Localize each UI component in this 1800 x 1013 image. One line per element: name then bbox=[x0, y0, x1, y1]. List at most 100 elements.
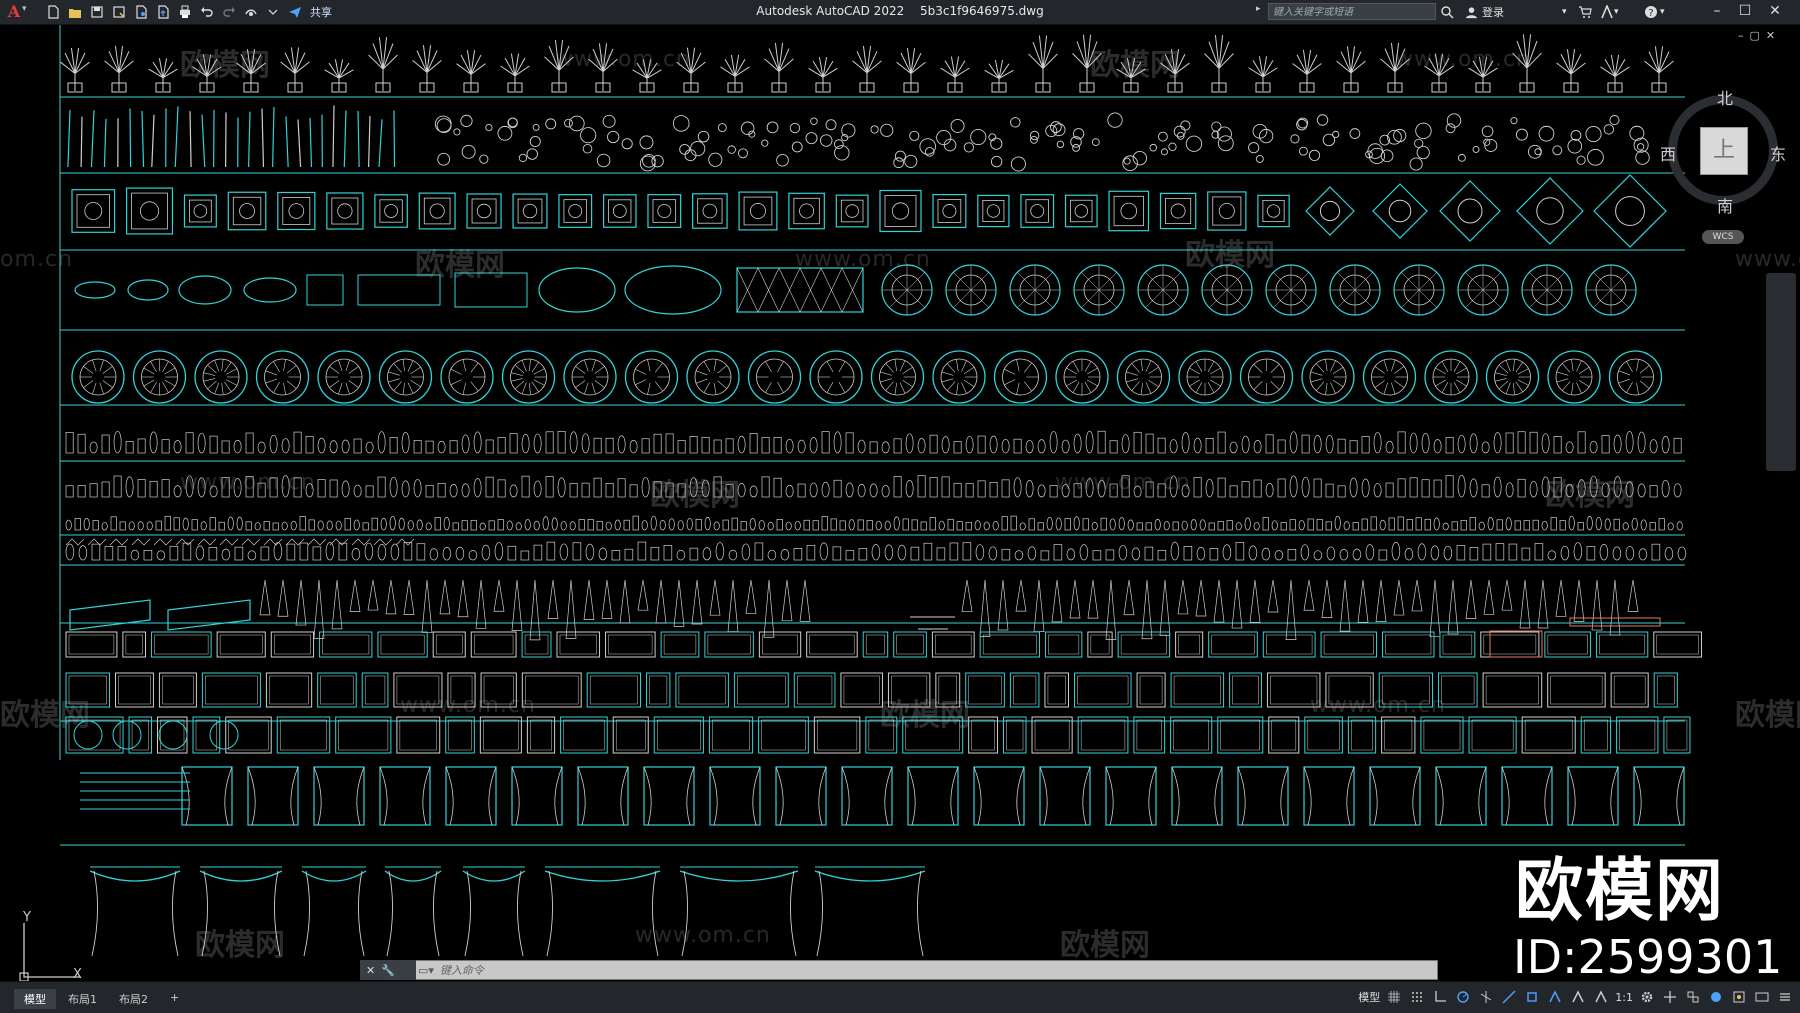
recent-commands-icon[interactable]: ▭▾ bbox=[418, 964, 434, 977]
undo-icon[interactable] bbox=[198, 4, 215, 21]
close-command-line-icon[interactable]: ✕ bbox=[366, 964, 375, 977]
viewcube-west[interactable]: 西 bbox=[1660, 141, 1676, 165]
viewcube-south[interactable]: 南 bbox=[1717, 193, 1733, 217]
command-input[interactable]: 键入命令 bbox=[440, 962, 484, 978]
picture-inner bbox=[1441, 676, 1474, 704]
snap-icon[interactable] bbox=[1408, 988, 1426, 1006]
tile-rosette bbox=[943, 204, 956, 217]
new-icon[interactable] bbox=[44, 4, 61, 21]
signin-chevron-icon[interactable]: ▾ bbox=[1562, 3, 1567, 21]
user-signin[interactable]: 登录 bbox=[1465, 3, 1504, 21]
grid-icon[interactable] bbox=[1385, 988, 1403, 1006]
drawing-window-controls[interactable]: –▢✕ bbox=[1738, 29, 1781, 42]
ortho-icon[interactable] bbox=[1431, 988, 1449, 1006]
ornament-block bbox=[1249, 143, 1259, 153]
plant-decor-block bbox=[1254, 480, 1261, 497]
object-snap-tracking-icon[interactable] bbox=[1500, 988, 1518, 1006]
save-to-web-icon[interactable] bbox=[154, 4, 171, 21]
redo-icon[interactable] bbox=[220, 4, 237, 21]
tab-layout1[interactable]: 布局1 bbox=[58, 989, 107, 1009]
rosette-petal bbox=[778, 361, 784, 371]
close-icon[interactable]: ✕ bbox=[1761, 0, 1789, 24]
clean-screen-icon[interactable] bbox=[1753, 988, 1771, 1006]
search-input[interactable]: 键入关键字或短语 bbox=[1268, 3, 1436, 20]
watermark-url: www.om.cn bbox=[555, 47, 691, 72]
autodesk-a360-icon[interactable] bbox=[1600, 3, 1614, 21]
annotation-visibility-icon[interactable] bbox=[1546, 988, 1564, 1006]
garment-block bbox=[1628, 580, 1638, 611]
bamboo-block bbox=[379, 119, 382, 167]
open-icon[interactable] bbox=[66, 4, 83, 21]
search-expand-icon[interactable]: ▸ bbox=[1256, 4, 1261, 14]
open-from-web-icon[interactable] bbox=[132, 4, 149, 21]
small-decor-block bbox=[597, 521, 602, 530]
small-decor-block bbox=[1497, 520, 1502, 530]
tab-model[interactable]: 模型 bbox=[14, 989, 56, 1009]
a360-chevron-icon[interactable]: ▾ bbox=[1614, 3, 1619, 21]
drawing-canvas[interactable]: –▢✕ 欧模网 欧模网 欧模网 欧模网 欧模网 欧模网 欧模网 欧模网 欧模网 … bbox=[0, 25, 1800, 981]
maximize-icon[interactable]: ☐ bbox=[1731, 0, 1759, 24]
book-block bbox=[1652, 544, 1660, 560]
small-decor-block bbox=[921, 522, 926, 530]
tile-inner bbox=[609, 200, 631, 222]
garment-block bbox=[1232, 580, 1242, 628]
share-icon[interactable] bbox=[286, 4, 303, 21]
customize-wrench-icon[interactable]: 🔧 bbox=[381, 964, 395, 977]
workspace-gear-icon[interactable] bbox=[1638, 988, 1656, 1006]
small-decor-block bbox=[1380, 520, 1385, 530]
app-menu-chevron-icon[interactable]: ▾ bbox=[22, 4, 27, 14]
hardware-acceleration-icon[interactable] bbox=[1707, 988, 1725, 1006]
figurine-block bbox=[1098, 431, 1105, 453]
workspace-icon[interactable] bbox=[242, 4, 259, 21]
small-decor-block bbox=[1416, 518, 1421, 530]
tab-layout2[interactable]: 布局2 bbox=[109, 989, 158, 1009]
model-space-toggle[interactable]: 模型 bbox=[1358, 989, 1380, 1005]
isodraft-icon[interactable] bbox=[1477, 988, 1495, 1006]
object-snap-icon[interactable] bbox=[1523, 988, 1541, 1006]
search-icon[interactable] bbox=[1440, 3, 1454, 21]
book-block bbox=[1262, 548, 1270, 560]
wcs-menu[interactable]: WCS bbox=[1702, 230, 1744, 244]
customization-menu-icon[interactable] bbox=[1776, 988, 1794, 1006]
tile-rosette bbox=[846, 205, 859, 218]
ornament-block bbox=[991, 138, 1002, 149]
command-prompt[interactable]: ▭▾ 键入命令 bbox=[418, 960, 484, 980]
watermark-brand: 欧模网 bbox=[1060, 920, 1150, 964]
small-decor-block bbox=[912, 520, 917, 530]
viewcube-north[interactable]: 北 bbox=[1717, 85, 1733, 109]
dropdown-chevron-icon[interactable] bbox=[264, 4, 281, 21]
auto-scale-icon[interactable] bbox=[1569, 988, 1587, 1006]
cart-icon[interactable] bbox=[1578, 3, 1592, 21]
minimize-icon[interactable]: – bbox=[1703, 0, 1731, 24]
command-line[interactable] bbox=[360, 960, 1438, 980]
small-decor-block bbox=[606, 522, 611, 530]
plot-icon[interactable] bbox=[176, 4, 193, 21]
share-label[interactable]: 共享 bbox=[310, 4, 332, 20]
ornament-block bbox=[895, 151, 905, 161]
picture-inner bbox=[935, 635, 971, 654]
viewcube-east[interactable]: 东 bbox=[1770, 141, 1786, 165]
help-chevron-icon[interactable]: ▾ bbox=[1660, 3, 1665, 21]
help-icon[interactable]: ? bbox=[1644, 3, 1658, 21]
ornament-block bbox=[1350, 129, 1360, 139]
autocad-logo-icon[interactable]: A bbox=[4, 2, 24, 22]
viewcube-top-face[interactable]: 上 bbox=[1700, 127, 1748, 175]
plant-decor-block bbox=[594, 478, 601, 497]
plant-decor-block bbox=[606, 483, 613, 497]
plus-icon[interactable] bbox=[1661, 988, 1679, 1006]
viewcube[interactable]: 北 南 西 东 上 WCS bbox=[1660, 85, 1800, 235]
annotation-scale-value[interactable]: 1:1 bbox=[1615, 991, 1633, 1004]
save-icon[interactable] bbox=[88, 4, 105, 21]
annotation-scale-icon[interactable] bbox=[1592, 988, 1610, 1006]
plant-decor-block bbox=[1302, 477, 1309, 497]
polar-tracking-icon[interactable] bbox=[1454, 988, 1472, 1006]
navigation-bar[interactable] bbox=[1766, 273, 1796, 471]
save-as-icon[interactable] bbox=[110, 4, 127, 21]
add-layout-button[interactable]: + bbox=[160, 989, 189, 1009]
garment-block bbox=[800, 580, 810, 621]
rosette-petal bbox=[226, 369, 237, 375]
ornament-block bbox=[640, 136, 653, 149]
units-icon[interactable] bbox=[1684, 988, 1702, 1006]
plant-decor-block bbox=[498, 480, 505, 497]
isolate-objects-icon[interactable] bbox=[1730, 988, 1748, 1006]
